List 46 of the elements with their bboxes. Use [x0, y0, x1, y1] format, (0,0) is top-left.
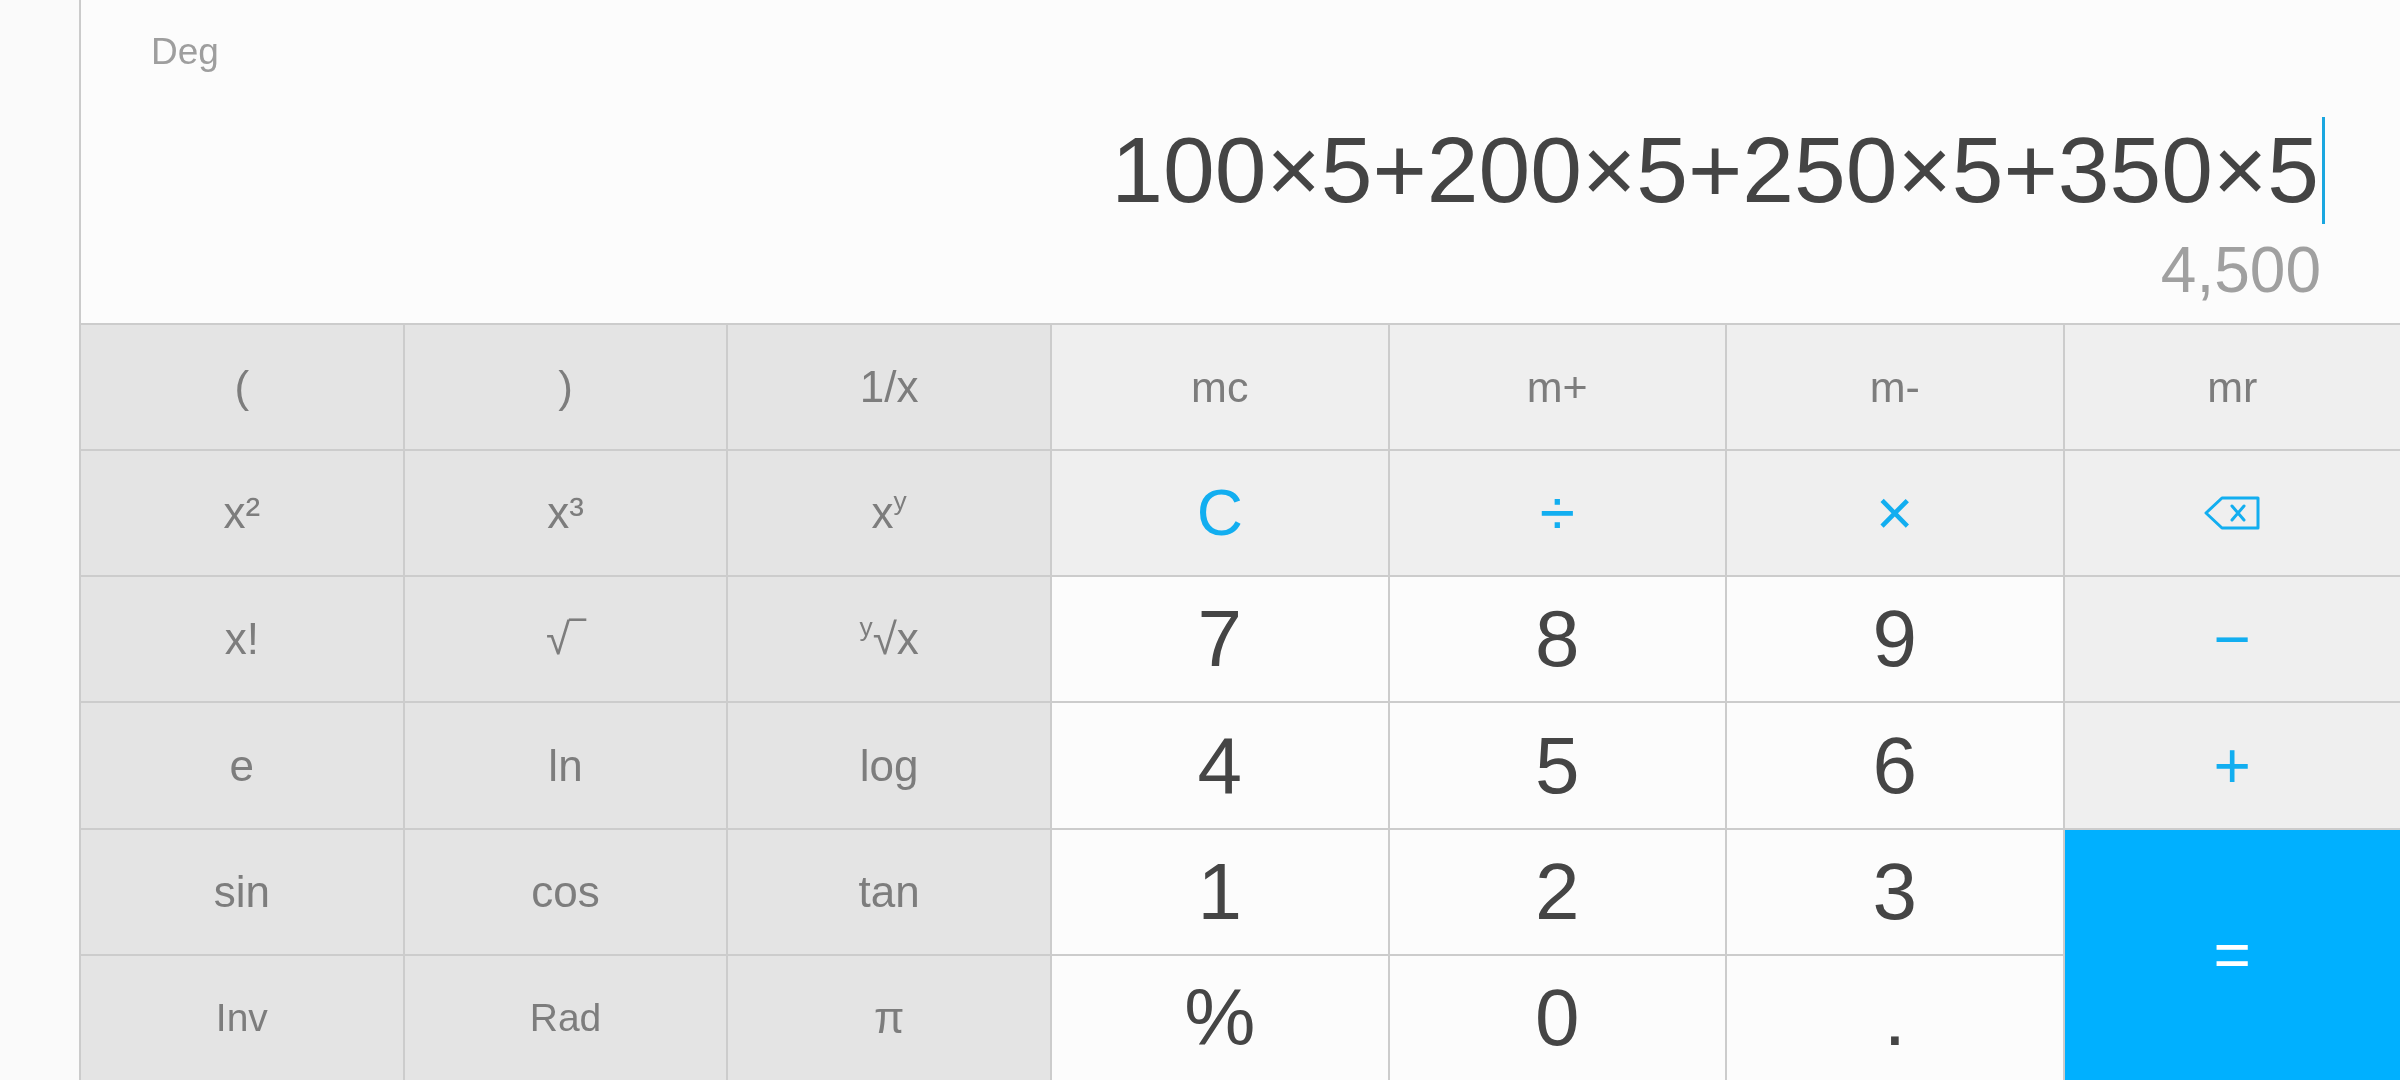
keypad-key[interactable]: 7	[1052, 577, 1388, 702]
function-key[interactable]: x³	[404, 451, 727, 576]
keypad-key[interactable]: .	[1727, 955, 2063, 1080]
memory-key[interactable]: m-	[1727, 325, 2063, 450]
function-key[interactable]: $^{y}$√x	[728, 577, 1050, 702]
function-key[interactable]: x²	[81, 451, 403, 576]
function-key[interactable]: )	[404, 325, 727, 450]
function-key[interactable]: ln	[404, 703, 727, 828]
text-cursor-icon	[2322, 117, 2325, 224]
function-key[interactable]: log	[728, 703, 1050, 828]
keypad-key[interactable]: 6	[1727, 703, 2063, 828]
keypad-key[interactable]: 0	[1389, 955, 1725, 1080]
memory-key[interactable]: mc	[1052, 325, 1388, 450]
mode-key[interactable]: Inv	[81, 955, 403, 1080]
function-key[interactable]: x!	[81, 577, 403, 702]
backspace-key[interactable]	[2064, 451, 2400, 576]
operator-key[interactable]: ÷	[1389, 451, 1725, 576]
keypad-key[interactable]: 4	[1052, 703, 1388, 828]
mode-key[interactable]: Rad	[404, 955, 727, 1080]
operator-key[interactable]: +	[2064, 703, 2400, 828]
operator-key[interactable]: ×	[1727, 451, 2063, 576]
backspace-icon	[2204, 496, 2261, 531]
function-key[interactable]: tan	[728, 829, 1050, 954]
function-key[interactable]: cos	[404, 829, 727, 954]
memory-key[interactable]: mr	[2064, 325, 2400, 450]
function-key[interactable]: π	[728, 955, 1050, 1080]
function-key[interactable]: sin	[81, 829, 403, 954]
angle-mode-label: Deg	[151, 33, 219, 70]
keypad-key[interactable]: 8	[1389, 577, 1725, 702]
expression-text: 100×5+200×5+250×5+350×5	[1111, 124, 2319, 217]
keypad-key[interactable]: 3	[1727, 829, 2063, 954]
keypad-key[interactable]: 5	[1389, 703, 1725, 828]
operator-key[interactable]: −	[2064, 577, 2400, 702]
keypad-key[interactable]: %	[1052, 955, 1388, 1080]
keypad-key[interactable]: 1	[1052, 829, 1388, 954]
result-text: 4,500	[2160, 238, 2321, 302]
memory-key[interactable]: m+	[1389, 325, 1725, 450]
equals-key[interactable]: =	[2064, 829, 2400, 1080]
function-key[interactable]: e	[81, 703, 403, 828]
function-key[interactable]: (	[81, 325, 403, 450]
operator-key[interactable]: C	[1052, 451, 1388, 576]
function-key[interactable]: x$^{y}$	[728, 451, 1050, 576]
keypad-key[interactable]: 9	[1727, 577, 2063, 702]
keypad-key[interactable]: 2	[1389, 829, 1725, 954]
function-key[interactable]: 1/x	[728, 325, 1050, 450]
function-key[interactable]: √‾	[404, 577, 727, 702]
